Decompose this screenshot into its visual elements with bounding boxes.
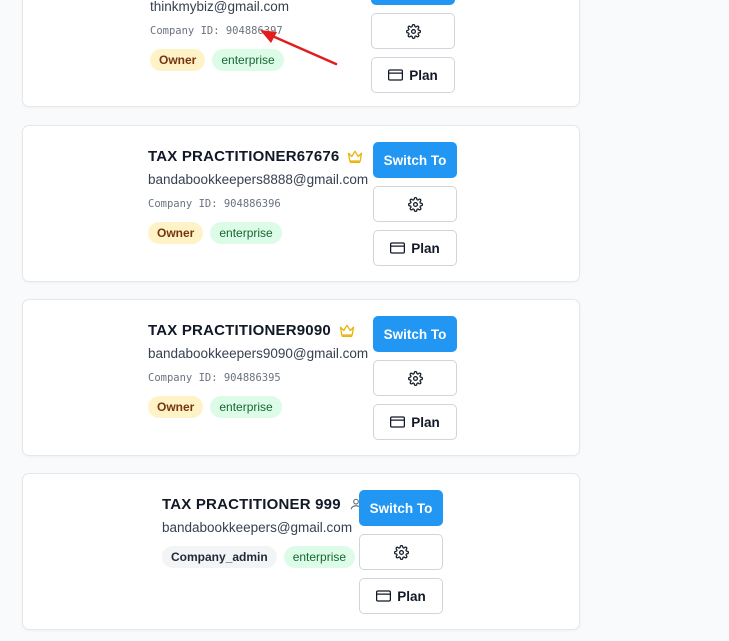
plan-badge: enterprise (212, 49, 284, 71)
settings-button[interactable] (373, 186, 457, 222)
role-badge: Owner (150, 49, 206, 71)
plan-badge: enterprise (210, 396, 282, 418)
company-email: thinkmybiz@gmail.com (150, 0, 289, 14)
plan-badge: enterprise (210, 222, 282, 244)
plan-button-label: Plan (409, 67, 438, 83)
plan-button-label: Plan (411, 414, 440, 430)
role-badge: Owner (148, 222, 204, 244)
settings-button[interactable] (359, 534, 443, 570)
company-email: bandabookkeepers9090@gmail.com (148, 346, 369, 361)
credit-card-icon (390, 242, 406, 254)
role-badge: Owner (148, 396, 204, 418)
gear-icon (405, 23, 421, 39)
company-name: TAX PRACTITIONER67676 (148, 147, 340, 165)
company-card: TAX PRACTITIONER9090 bandabookkeepers909… (22, 299, 580, 456)
crown-icon (339, 324, 355, 337)
company-id: Company ID: 904886397 (150, 25, 283, 37)
settings-button[interactable] (373, 360, 457, 396)
settings-button[interactable] (371, 13, 455, 49)
switch-to-button[interactable]: Switch To (373, 142, 457, 178)
plan-button-label: Plan (411, 240, 440, 256)
switch-to-button[interactable] (371, 0, 455, 5)
credit-card-icon (376, 590, 392, 602)
plan-badge: enterprise (283, 546, 356, 568)
company-card: TAX PRACTITIONER67676 bandabookkeepers88… (22, 125, 580, 282)
switch-to-button[interactable]: Switch To (373, 316, 457, 352)
company-name: TAX PRACTITIONER9090 (148, 321, 331, 339)
plan-button[interactable]: Plan (373, 404, 457, 440)
plan-button[interactable]: Plan (373, 230, 457, 266)
company-name: TAX PRACTITIONER 999 (162, 495, 341, 513)
company-email: bandabookkeepers@gmail.com (162, 520, 353, 535)
company-card: thinkmybiz@gmail.com Company ID: 9048863… (22, 0, 580, 107)
credit-card-icon (390, 416, 406, 428)
plan-button-label: Plan (397, 588, 426, 604)
role-badge: Company_admin (162, 546, 277, 568)
crown-icon (347, 150, 363, 163)
switch-to-button[interactable]: Switch To (359, 490, 443, 526)
gear-icon (407, 370, 423, 386)
plan-button[interactable]: Plan (371, 57, 455, 93)
company-email: bandabookkeepers8888@gmail.com (148, 172, 369, 187)
company-card: TAX PRACTITIONER 999 bandabookkeepers@gm… (22, 473, 580, 630)
plan-button[interactable]: Plan (359, 578, 443, 614)
company-id: Company ID: 904886395 (148, 372, 281, 384)
gear-icon (393, 544, 409, 560)
company-id: Company ID: 904886396 (148, 198, 281, 210)
gear-icon (407, 196, 423, 212)
credit-card-icon (388, 69, 404, 81)
